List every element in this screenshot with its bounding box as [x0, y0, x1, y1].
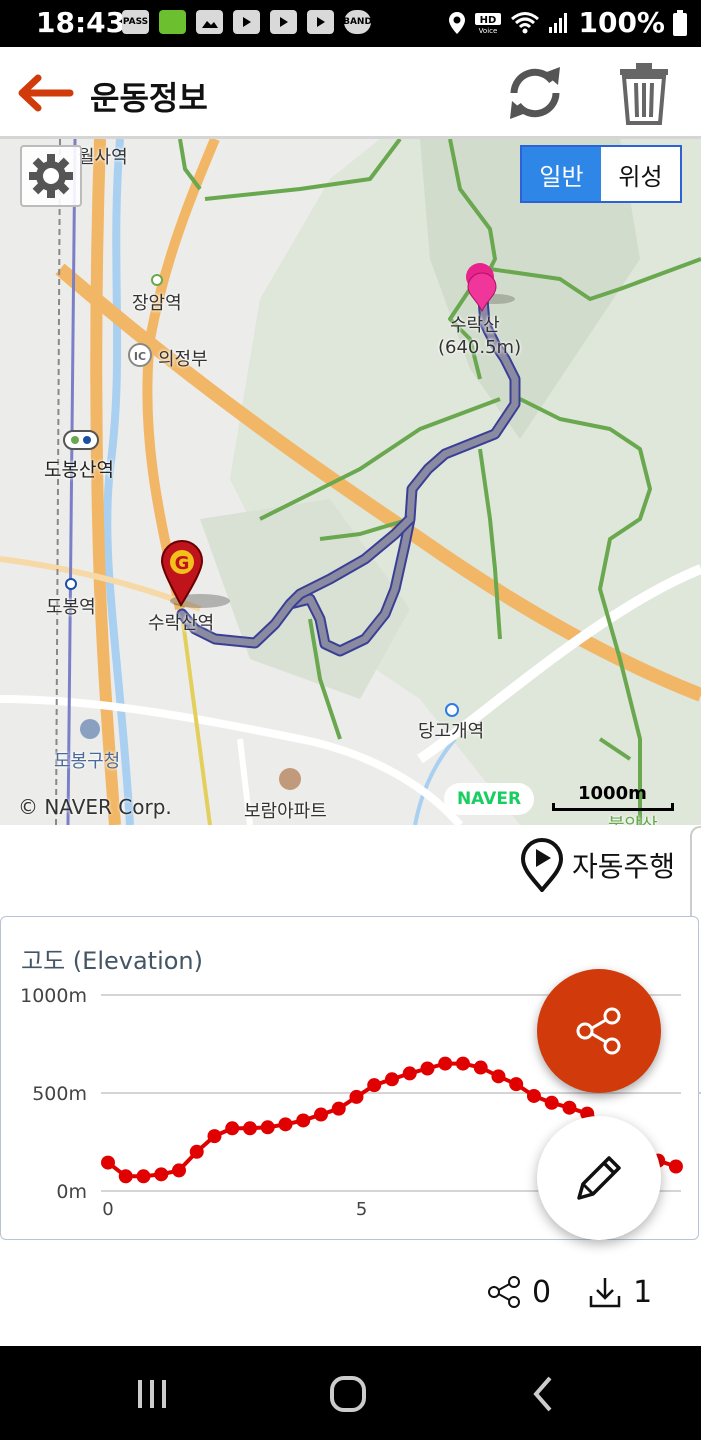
pencil-icon	[577, 1156, 621, 1200]
download-count: 1	[633, 1274, 653, 1310]
map-copyright: © NAVER Corp.	[18, 795, 172, 819]
elevation-point	[118, 1169, 133, 1184]
map-settings-button[interactable]	[20, 145, 82, 207]
goal-marker-label: G	[175, 553, 190, 574]
svg-text:HD: HD	[480, 15, 497, 26]
map-label-danggogae: 당고개역	[418, 721, 485, 742]
elevation-point	[136, 1169, 151, 1184]
map-label-dobong-office: 도봉구청	[54, 751, 121, 772]
share-fab-button[interactable]	[537, 969, 661, 1093]
youtube-icon	[270, 10, 297, 34]
refresh-icon[interactable]	[504, 65, 566, 121]
notification-icons: PASS BAND	[122, 10, 372, 34]
elevation-point	[101, 1155, 115, 1170]
elevation-point	[207, 1129, 222, 1144]
location-icon	[449, 11, 466, 34]
map-scale-bar	[552, 803, 674, 811]
elevation-point	[260, 1120, 275, 1135]
elevation-point	[562, 1100, 577, 1115]
x-tick-label: 0	[102, 1199, 113, 1220]
stats-row: 0 1	[486, 1274, 678, 1310]
signal-icon	[549, 12, 568, 33]
naver-logo: NAVER	[444, 783, 534, 815]
back-arrow-icon[interactable]	[14, 73, 74, 113]
app-bar: 운동정보	[0, 47, 701, 139]
elevation-point	[420, 1061, 435, 1076]
gallery-icon	[196, 10, 223, 34]
y-tick-label: 0m	[56, 1181, 87, 1203]
system-nav-bar	[0, 1346, 701, 1440]
elevation-point	[278, 1117, 293, 1132]
map-label-dobongsan: 도봉산역	[44, 459, 114, 481]
svg-text:Voice: Voice	[479, 27, 498, 35]
elevation-point	[349, 1089, 364, 1104]
hd-voice-icon: HDVoice	[475, 12, 502, 35]
battery-icon	[673, 9, 687, 36]
share-icon[interactable]	[486, 1274, 522, 1310]
map-pin-play-icon	[520, 838, 564, 892]
autoplay-label: 자동주행	[572, 850, 676, 883]
map-label-apartment: 보람아파트	[244, 801, 327, 822]
autoplay-button[interactable]: 자동주행	[520, 838, 675, 892]
map-label-suraksan: 수락산	[450, 315, 500, 336]
pass-icon: PASS	[122, 10, 149, 34]
edit-fab-button[interactable]	[537, 1116, 661, 1240]
youtube-icon	[233, 10, 260, 34]
download-icon[interactable]	[587, 1274, 623, 1310]
map-label-elevation: (640.5m)	[438, 337, 522, 358]
y-tick-label: 500m	[32, 1083, 87, 1105]
elevation-point	[526, 1088, 541, 1103]
elevation-point	[402, 1066, 417, 1081]
x-tick-label: 5	[356, 1199, 367, 1220]
elevation-point	[455, 1056, 470, 1071]
elevation-point	[242, 1121, 257, 1136]
page-title: 운동정보	[90, 79, 208, 117]
app-icon	[159, 10, 186, 34]
youtube-icon	[307, 10, 334, 34]
wifi-icon	[511, 11, 540, 33]
map-scale-label: 1000m	[578, 783, 647, 804]
home-icon[interactable]	[328, 1374, 368, 1414]
map-label-bottom-right: 불암산	[608, 811, 658, 825]
share-icon	[576, 1007, 621, 1055]
map-label-station-top: 월사역	[78, 147, 128, 168]
elevation-point	[367, 1078, 382, 1093]
y-tick-label: 1000m	[20, 985, 87, 1007]
share-count: 0	[532, 1274, 552, 1310]
elevation-point	[313, 1107, 328, 1122]
gear-icon	[29, 154, 73, 198]
back-nav-icon[interactable]	[524, 1374, 564, 1414]
recent-apps-icon[interactable]	[132, 1374, 172, 1414]
map-type-normal[interactable]: 일반	[522, 147, 601, 201]
map-view[interactable]: IC G 월사역 장암역 의정부 도봉산역 도봉역 수락산역 수락산 (640.…	[0, 139, 701, 825]
battery-percent: 100%	[578, 6, 665, 39]
map-label-jangam: 장암역	[132, 293, 182, 314]
map-type-toggle: 일반 위성	[520, 145, 682, 203]
status-bar: 18:43 PASS BAND HD Voice 100%	[0, 0, 701, 47]
elevation-point	[171, 1163, 186, 1178]
band-icon: BAND	[343, 10, 372, 34]
elevation-point	[668, 1159, 683, 1174]
system-icons: HD Voice 100%	[448, 6, 687, 39]
map-base: IC G	[0, 139, 701, 825]
trash-icon[interactable]	[616, 61, 672, 125]
elevation-point	[189, 1144, 204, 1159]
elevation-point	[384, 1072, 399, 1087]
map-label-dobong: 도봉역	[46, 597, 96, 618]
elevation-point	[438, 1056, 453, 1071]
map-label-suraksan-station: 수락산역	[148, 613, 215, 634]
map-label-uijeongbu: 의정부	[158, 349, 208, 370]
elevation-point	[509, 1077, 524, 1092]
map-type-satellite[interactable]: 위성	[601, 147, 680, 201]
elevation-point	[544, 1095, 559, 1110]
elevation-point	[473, 1060, 488, 1075]
elevation-point	[154, 1167, 169, 1182]
elevation-point	[331, 1101, 346, 1116]
elevation-point	[225, 1121, 240, 1136]
svg-text:IC: IC	[134, 350, 146, 363]
elevation-point	[491, 1069, 506, 1084]
status-time: 18:43	[36, 6, 126, 39]
elevation-point	[296, 1113, 311, 1128]
map-scale: 1000m	[548, 783, 678, 813]
